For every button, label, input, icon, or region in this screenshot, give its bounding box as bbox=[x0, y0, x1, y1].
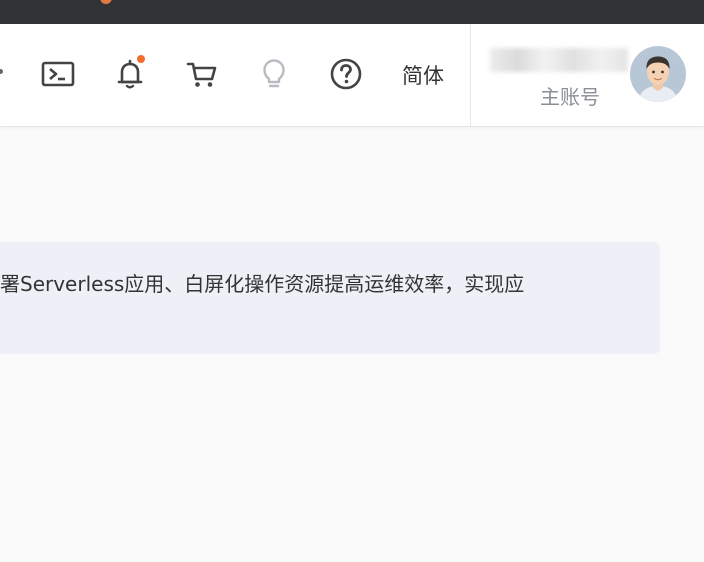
console-top-nav: 简体 主账号 bbox=[0, 24, 704, 127]
os-menu-bar bbox=[0, 0, 704, 24]
help-button[interactable] bbox=[326, 54, 366, 94]
terminal-icon bbox=[41, 61, 75, 87]
overflow-dot-icon bbox=[0, 69, 3, 74]
app-indicator-dot bbox=[100, 0, 112, 4]
user-avatar[interactable] bbox=[630, 46, 686, 102]
account-name-blurred bbox=[490, 48, 628, 72]
nav-divider bbox=[470, 24, 471, 126]
language-switcher[interactable]: 简体 bbox=[402, 62, 444, 90]
account-role-label: 主账号 bbox=[540, 85, 600, 109]
lightbulb-icon bbox=[263, 59, 285, 88]
cart-button[interactable] bbox=[182, 54, 222, 94]
product-intro-banner: 署Serverless应用、白屏化操作资源提高运维效率，实现应 bbox=[0, 242, 660, 354]
cart-icon bbox=[186, 62, 217, 87]
notification-badge bbox=[137, 55, 145, 63]
notifications-button[interactable] bbox=[110, 54, 150, 94]
help-icon bbox=[330, 58, 362, 90]
banner-description: 署Serverless应用、白屏化操作资源提高运维效率，实现应 bbox=[0, 272, 525, 296]
avatar-icon bbox=[630, 46, 686, 102]
terminal-button[interactable] bbox=[38, 54, 78, 94]
ideas-button[interactable] bbox=[254, 54, 294, 94]
